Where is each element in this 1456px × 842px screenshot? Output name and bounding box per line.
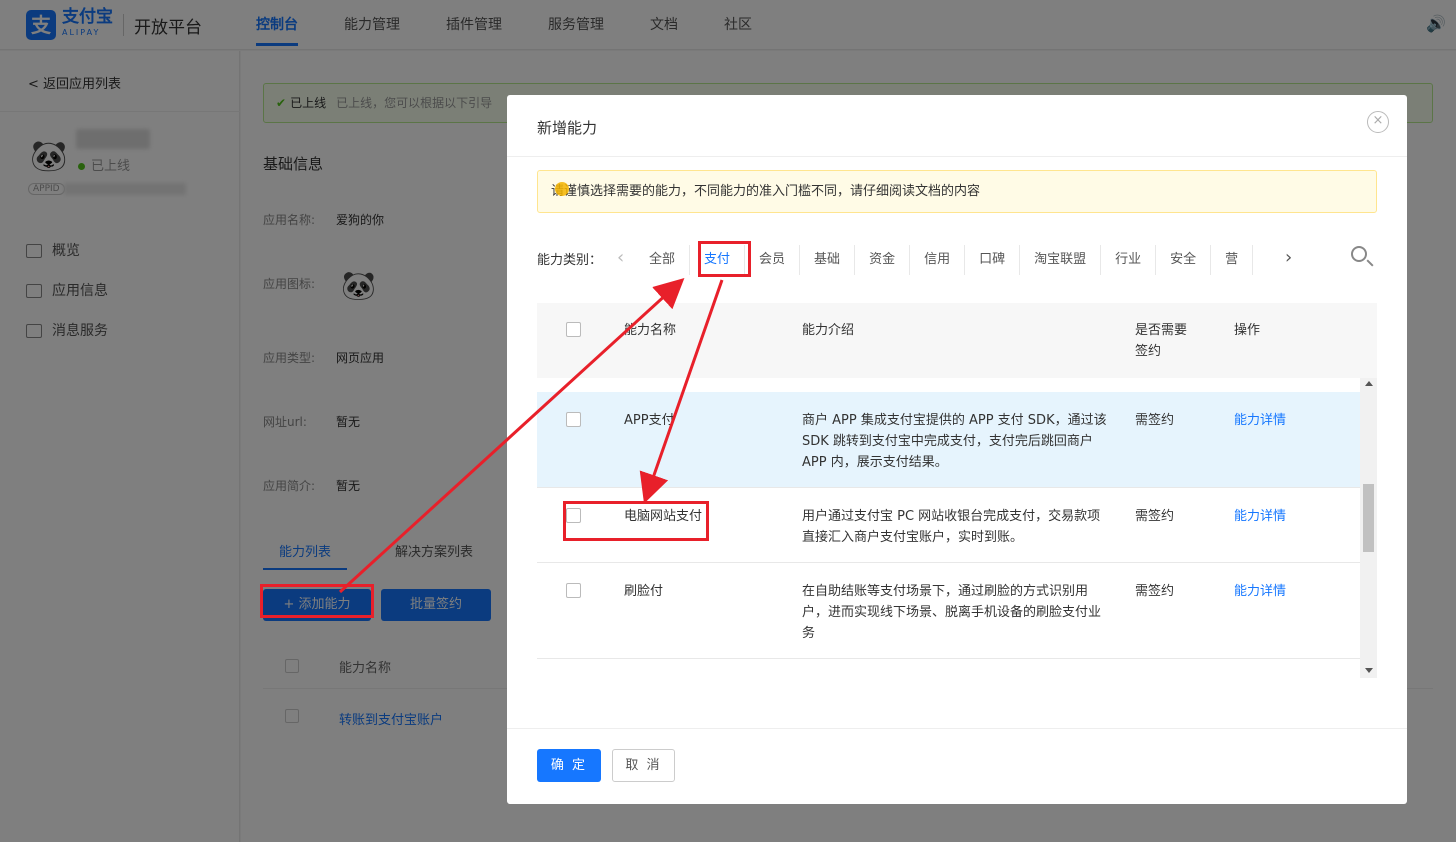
- capability-desc: 用户通过支付宝 PC 网站收银台完成支付，交易款项直接汇入商户支付宝账户，实时到…: [802, 509, 1101, 545]
- category-tab-koubei[interactable]: 口碑: [965, 245, 1021, 275]
- chevron-right-icon[interactable]: ›: [1285, 247, 1292, 268]
- cancel-button[interactable]: 取 消: [612, 749, 675, 782]
- row-checkbox[interactable]: [566, 583, 581, 598]
- row-checkbox[interactable]: [566, 412, 581, 427]
- warning-dot-icon: [555, 182, 569, 196]
- table-row[interactable]: 刷脸付 在自助结账等支付场景下，通过刷脸的方式识别用户，进而实现线下场景、脱离手…: [537, 563, 1360, 659]
- annotation-box-payment-tab: [698, 241, 751, 277]
- category-tab-industry[interactable]: 行业: [1101, 245, 1157, 275]
- select-all-checkbox[interactable]: [566, 322, 581, 337]
- category-label: 能力类别：: [537, 253, 603, 268]
- modal-table-header: 能力名称 能力介绍 是否需要签约 操作: [537, 303, 1377, 378]
- scroll-down-icon[interactable]: [1365, 668, 1373, 673]
- modal-footer: 确 定 取 消: [507, 728, 1407, 804]
- capability-detail-link[interactable]: 能力详情: [1234, 581, 1286, 602]
- modal-title: 新增能力: [537, 119, 598, 137]
- warning-alert: 请谨慎选择需要的能力，不同能力的准入门槛不同，请仔细阅读文档的内容: [537, 170, 1377, 213]
- category-tab-marketing[interactable]: 营: [1211, 245, 1254, 275]
- sign-required: 需签约: [1135, 413, 1175, 428]
- category-tab-basic[interactable]: 基础: [800, 245, 856, 275]
- modal-header: 新增能力 ×: [507, 95, 1407, 157]
- table-scrollbar[interactable]: [1360, 378, 1377, 678]
- category-tab-funds[interactable]: 资金: [855, 245, 911, 275]
- confirm-button[interactable]: 确 定: [537, 749, 601, 782]
- add-capability-modal: 新增能力 × 请谨慎选择需要的能力，不同能力的准入门槛不同，请仔细阅读文档的内容…: [507, 95, 1407, 804]
- annotation-box-add-button: [260, 584, 374, 618]
- annotation-box-pc-payment: [563, 501, 709, 541]
- scroll-up-icon[interactable]: [1365, 381, 1373, 386]
- sign-required: 需签约: [1135, 509, 1175, 524]
- scrollbar-thumb[interactable]: [1363, 484, 1374, 552]
- category-tab-all[interactable]: 全部: [635, 245, 691, 275]
- sign-required: 需签约: [1135, 584, 1175, 599]
- column-header-desc: 能力介绍: [802, 323, 855, 338]
- column-header-name: 能力名称: [624, 323, 677, 338]
- capability-desc: 在自助结账等支付场景下，通过刷脸的方式识别用户，进而实现线下场景、脱离手机设备的…: [802, 584, 1102, 641]
- capability-desc: 商户 APP 集成支付宝提供的 APP 支付 SDK，通过该 SDK 跳转到支付…: [802, 413, 1107, 470]
- column-header-sign: 是否需要签约: [1135, 323, 1188, 359]
- capability-detail-link[interactable]: 能力详情: [1234, 410, 1286, 431]
- column-header-op: 操作: [1234, 323, 1261, 338]
- capability-name: 刷脸付: [624, 584, 664, 599]
- capability-name: APP支付: [624, 413, 675, 428]
- category-tab-security[interactable]: 安全: [1156, 245, 1212, 275]
- table-row[interactable]: APP支付 商户 APP 集成支付宝提供的 APP 支付 SDK，通过该 SDK…: [537, 392, 1360, 488]
- category-tab-credit[interactable]: 信用: [910, 245, 966, 275]
- close-icon[interactable]: ×: [1367, 111, 1389, 133]
- category-filter: 能力类别： ‹ 全部 支付 会员 基础 资金 信用 口碑 淘宝联盟 行业 安全 …: [537, 243, 1397, 277]
- category-tab-taobao-union[interactable]: 淘宝联盟: [1020, 245, 1102, 275]
- category-tab-member[interactable]: 会员: [745, 245, 801, 275]
- chevron-left-icon[interactable]: ‹: [617, 247, 624, 268]
- capability-detail-link[interactable]: 能力详情: [1234, 506, 1286, 527]
- search-icon[interactable]: [1351, 246, 1367, 262]
